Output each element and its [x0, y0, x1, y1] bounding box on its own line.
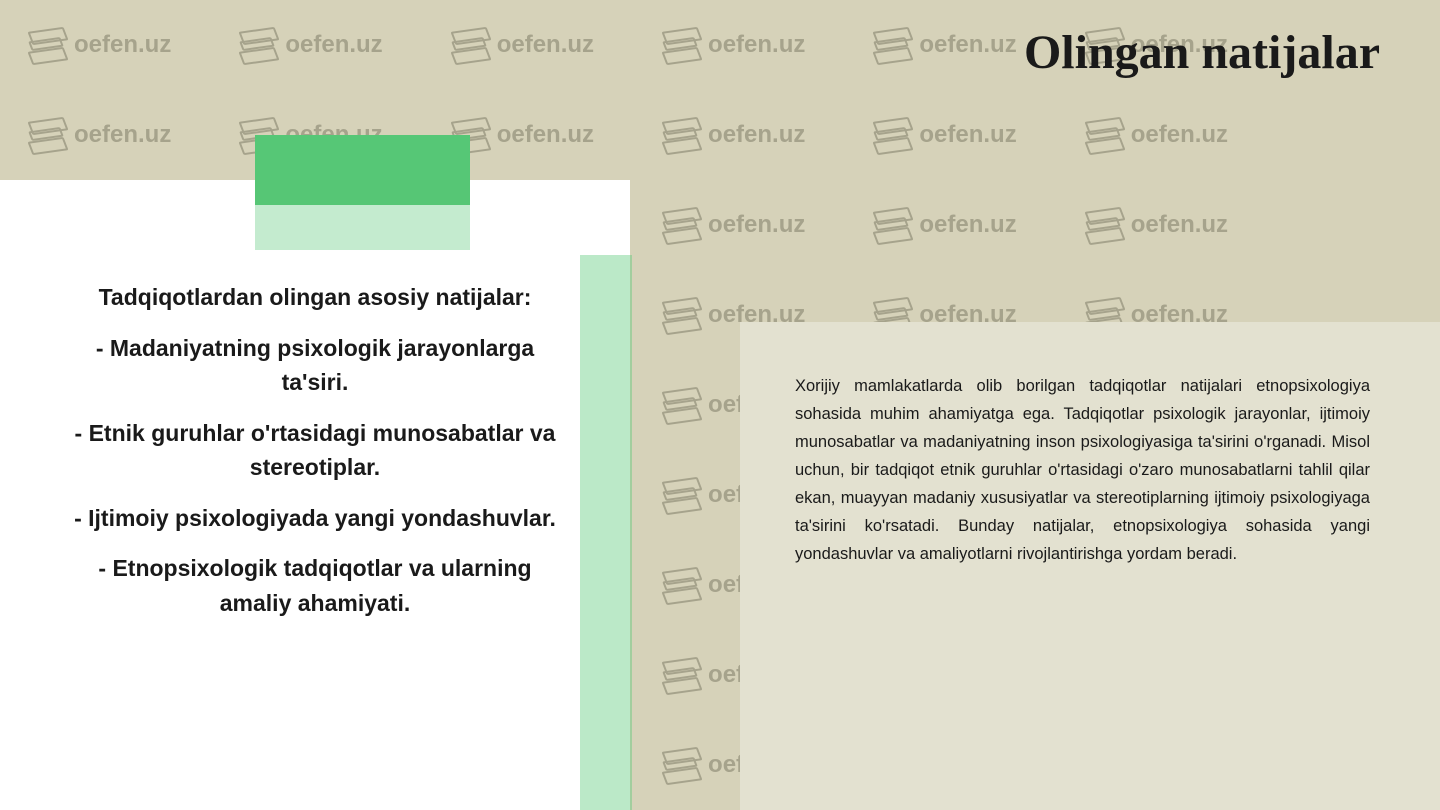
stack-icon — [875, 119, 907, 151]
stack-icon — [30, 119, 62, 151]
slide-title: Olingan natijalar — [1024, 25, 1380, 80]
watermark-item: oefen.uz — [453, 29, 594, 61]
stack-icon — [664, 659, 696, 691]
left-card: Tadqiqotlardan olingan asosiy natijalar:… — [0, 180, 630, 810]
watermark-item: oefen.uz — [875, 29, 1016, 61]
stack-icon — [664, 299, 696, 331]
left-item: - Ijtimoiy psixologiyada yangi yondashuv… — [60, 501, 570, 536]
left-item: - Etnopsixologik tadqiqotlar va ularning… — [60, 551, 570, 620]
watermark-item: oefen.uz — [875, 119, 1016, 151]
watermark-item: oefen.uz — [453, 119, 594, 151]
watermark-item: oefen.uz — [664, 209, 805, 241]
stack-icon — [664, 209, 696, 241]
stack-icon — [664, 749, 696, 781]
stack-icon — [664, 29, 696, 61]
stack-icon — [241, 29, 273, 61]
watermark-item: oefen.uz — [664, 29, 805, 61]
stack-icon — [30, 29, 62, 61]
stack-icon — [453, 29, 485, 61]
watermark-item: oefen.uz — [241, 29, 382, 61]
watermark-item: oefen.uz — [1087, 209, 1228, 241]
watermark-item: oefen.uz — [875, 209, 1016, 241]
green-accent-overlap — [255, 180, 470, 250]
left-heading: Tadqiqotlardan olingan asosiy natijalar: — [60, 280, 570, 315]
stack-icon — [664, 119, 696, 151]
stack-icon — [664, 389, 696, 421]
stack-icon — [875, 209, 907, 241]
left-item: - Etnik guruhlar o'rtasidagi munosabatla… — [60, 416, 570, 485]
green-accent-strip — [580, 255, 632, 810]
stack-icon — [1087, 119, 1119, 151]
right-card: Xorijiy mamlakatlarda olib borilgan tadq… — [740, 322, 1440, 810]
right-body-text: Xorijiy mamlakatlarda olib borilgan tadq… — [795, 372, 1370, 568]
watermark-item: oefen.uz — [1087, 119, 1228, 151]
stack-icon — [1087, 209, 1119, 241]
stack-icon — [664, 569, 696, 601]
left-item: - Madaniyatning psixologik jarayonlarga … — [60, 331, 570, 400]
watermark-item: oefen.uz — [30, 29, 171, 61]
stack-icon — [664, 479, 696, 511]
left-card-content: Tadqiqotlardan olingan asosiy natijalar:… — [60, 280, 570, 620]
watermark-item: oefen.uz — [30, 119, 171, 151]
watermark-item: oefen.uz — [664, 119, 805, 151]
stack-icon — [875, 29, 907, 61]
